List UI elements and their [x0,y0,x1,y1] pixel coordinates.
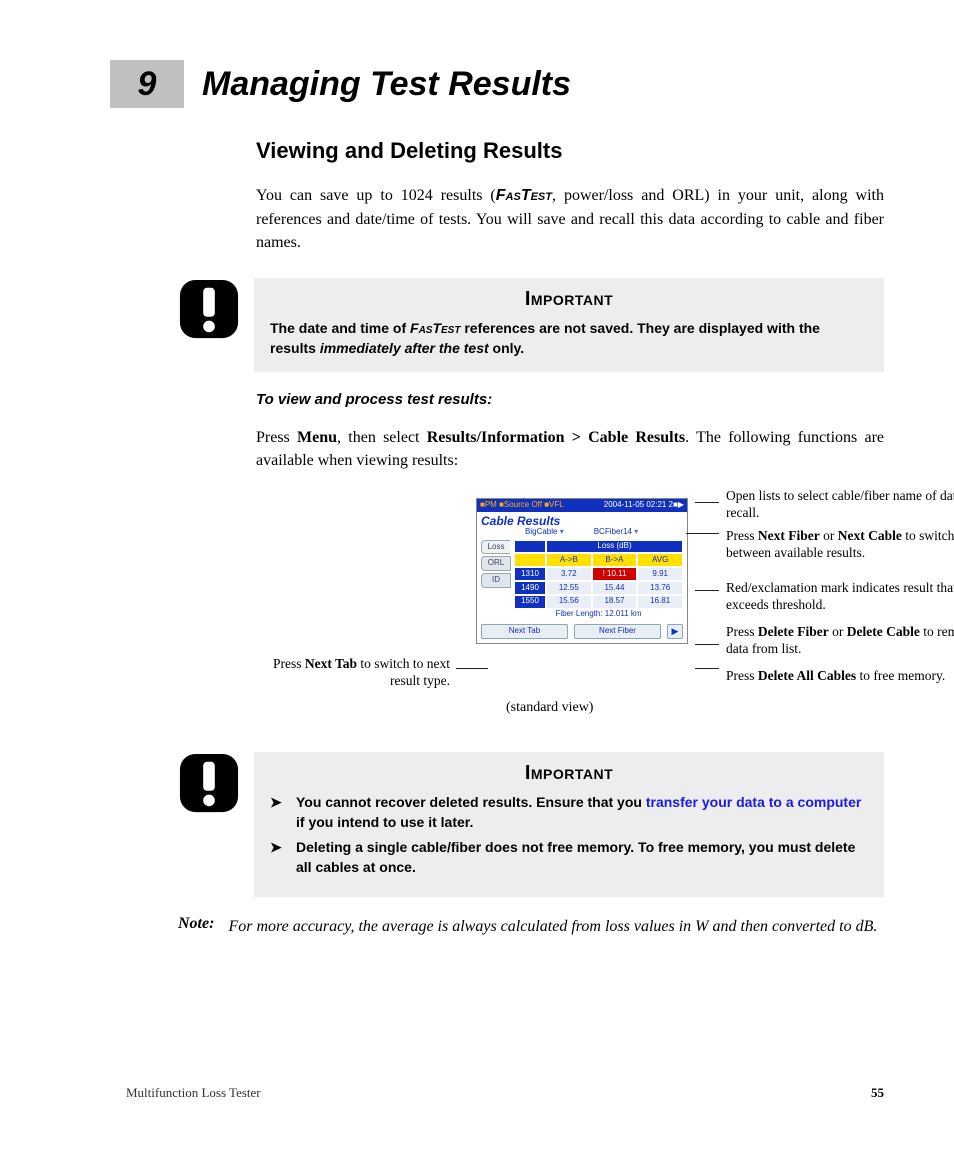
text: You can save up to 1024 results ( [256,187,496,204]
text: only. [489,340,525,356]
text: The date and time of [270,320,410,336]
leader-line [695,590,719,591]
procedure: To view and process test results: Press … [70,390,884,728]
exclamation-icon [178,752,240,814]
fiber-length: Fiber Length: 12.011 km [514,609,683,620]
fiber-dropdown[interactable]: BCFiber14 [594,528,639,537]
standard-view-label: (standard view) [506,700,593,716]
tab-orl[interactable]: ORL [481,556,511,571]
status-right: 2004-11-05 02:21 2■▶ [604,501,684,510]
annotation-open-lists: Open lists to select cable/fiber name of… [726,488,954,522]
scroll-right-button[interactable]: ▶ [667,624,683,639]
cable-dropdown[interactable]: BigCable [525,528,564,537]
page: 9 Managing Test Results Viewing and Dele… [0,0,954,1159]
procedure-subhead: To view and process test results: [256,390,884,410]
next-fiber-button[interactable]: Next Fiber [574,624,661,639]
fastest-brand: FasTest [410,320,460,336]
callout-title: Important [270,762,868,785]
device-screen: ■PM ■Source Off ■VFL 2004-11-05 02:21 2■… [476,498,688,644]
tab-id[interactable]: ID [481,573,511,588]
leader-line [695,644,719,645]
emphasis: immediately after the test [320,340,489,356]
table-span-header: Loss (dB) [546,540,683,554]
annotation-left: Press Next Tab to switch to next result … [250,656,450,690]
callout-body: You cannot recover deleted results. Ensu… [270,793,868,877]
col-header: A->B [546,553,592,567]
annotation-next: Press Next Fiber or Next Cable to switch… [726,528,954,562]
menu-path: Results/Information > Cable Results [427,429,685,446]
page-footer: Multifunction Loss Tester 55 [126,1085,884,1101]
dropdown-row: BigCable BCFiber14 [477,528,687,540]
bullet-item: Deleting a single cable/fiber does not f… [270,838,868,877]
chapter-header: 9 Managing Test Results [70,60,884,108]
chapter-number-badge: 9 [110,60,184,108]
intro-paragraph: You can save up to 1024 results (FasTest… [256,184,884,254]
step-text: Press Menu, then select Results/Informat… [256,426,884,472]
callout-body: The date and time of FasTest references … [270,319,868,358]
page-number: 55 [871,1085,884,1101]
screen-buttons: Next Tab Next Fiber ▶ [477,621,687,643]
col-header: AVG [637,553,683,567]
bullet-item: You cannot recover deleted results. Ensu… [270,793,868,832]
leader-line [686,533,719,534]
product-name: Multifunction Loss Tester [126,1085,261,1101]
text: , then select [337,429,427,446]
note-label: Note: [178,915,214,938]
results-table: Loss (dB) A->BB->AAVG 13103.72! 10.119.9… [514,540,683,620]
tab-loss[interactable]: Loss [481,540,510,555]
leader-line [456,668,488,669]
annotation-threshold: Red/exclamation mark indicates result th… [726,580,954,614]
note-text: For more accuracy, the average is always… [228,915,877,938]
section: Viewing and Deleting Results You can sav… [70,138,884,254]
status-bar: ■PM ■Source Off ■VFL 2004-11-05 02:21 2■… [477,499,687,512]
text: Press [256,429,297,446]
screen-body: Loss ORL ID Loss (dB) A->BB->AAVG 13103.… [477,540,687,622]
result-tabs: Loss ORL ID [481,540,511,620]
callout-box: Important You cannot recover deleted res… [254,752,884,897]
important-callout: Important The date and time of FasTest r… [178,278,884,372]
col-header: B->A [592,553,638,567]
table-row: 149012.5515.4413.76 [514,581,683,595]
section-title: Viewing and Deleting Results [256,138,884,164]
annotation-delete-all: Press Delete All Cables to free memory. [726,668,954,685]
chapter-title: Managing Test Results [202,67,571,101]
fastest-brand: FasTest [496,187,552,204]
menu-key-label: Menu [297,429,337,446]
callout-box: Important The date and time of FasTest r… [254,278,884,372]
status-left: ■PM ■Source Off ■VFL [480,501,564,510]
leader-line [695,502,719,503]
table-row: 13103.72! 10.119.91 [514,567,683,581]
annotation-delete: Press Delete Fiber or Delete Cable to re… [726,624,954,658]
exclamation-icon [178,278,240,340]
table-row: 155015.5618.5716.81 [514,595,683,609]
transfer-data-link[interactable]: transfer your data to a computer [646,794,862,810]
important-callout: Important You cannot recover deleted res… [178,752,884,897]
screen-title: Cable Results [477,512,687,528]
figure: ■PM ■Source Off ■VFL 2004-11-05 02:21 2■… [256,488,884,728]
note: Note: For more accuracy, the average is … [178,915,884,938]
next-tab-button[interactable]: Next Tab [481,624,568,639]
callout-title: Important [270,288,868,311]
leader-line [695,668,719,669]
